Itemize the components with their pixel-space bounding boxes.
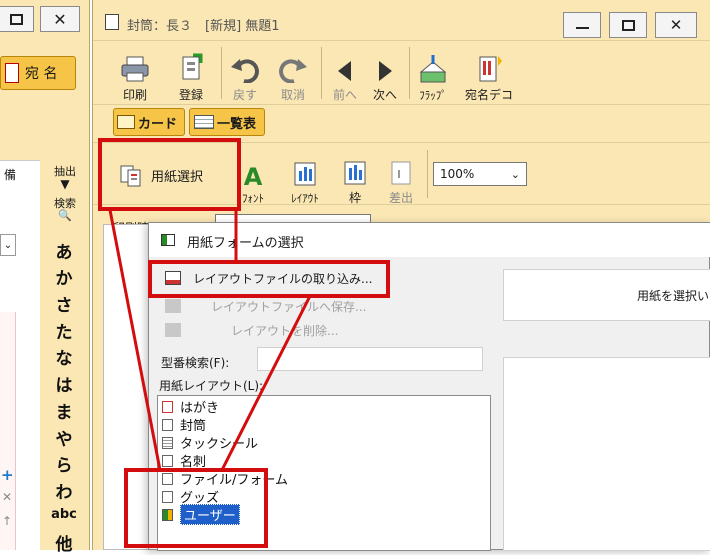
- highlight-import-layout: [148, 260, 390, 298]
- annotation-line: [220, 295, 312, 471]
- highlight-user-layout: [124, 468, 268, 548]
- highlight-paper-select: [98, 138, 241, 211]
- annotation-line: [108, 209, 162, 471]
